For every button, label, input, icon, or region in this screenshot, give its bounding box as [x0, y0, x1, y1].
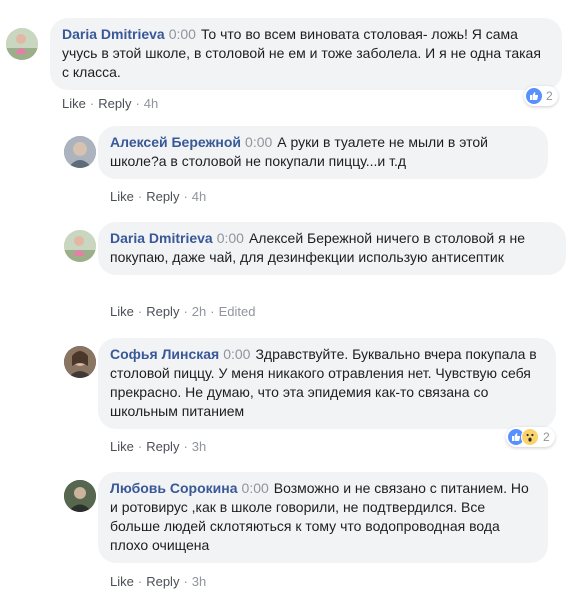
reaction-summary[interactable]: 2: [524, 86, 558, 106]
video-timecode[interactable]: 0:00: [242, 480, 269, 496]
comment-timestamp[interactable]: 4h: [192, 189, 206, 204]
reply-button[interactable]: Reply: [98, 96, 131, 111]
comment-actions: Like · Reply · 2h · Edited: [110, 304, 256, 319]
comment-actions: Like · Reply · 4h: [62, 96, 159, 111]
like-icon: [526, 88, 542, 104]
wow-icon: [521, 428, 539, 446]
comment-actions: Like · Reply · 3h: [110, 439, 207, 454]
comment-bubble: Софья Линская 0:00 Здравствуйте. Буквально…: [98, 338, 556, 429]
comment-bubble: Daria Dmitrieva 0:00 Алексей Бережной ниче…: [98, 222, 566, 275]
like-button[interactable]: Like: [110, 439, 134, 454]
like-button[interactable]: Like: [110, 304, 134, 319]
comment-actions: Like · Reply · 4h: [110, 189, 207, 204]
comment-timestamp[interactable]: 4h: [144, 96, 158, 111]
avatar[interactable]: [6, 28, 38, 60]
comment-timestamp[interactable]: 3h: [192, 574, 206, 589]
comment-author[interactable]: Любовь Сорокина: [110, 480, 238, 496]
video-timecode[interactable]: 0:00: [223, 346, 250, 362]
edited-label[interactable]: Edited: [219, 304, 256, 319]
comment-bubble: Daria Dmitrieva 0:00 То что во всем винова…: [50, 18, 562, 90]
comment-bubble: Любовь Сорокина 0:00 Возможно и не связано…: [98, 472, 548, 563]
like-button[interactable]: Like: [110, 574, 134, 589]
avatar[interactable]: [64, 480, 96, 512]
reply-button[interactable]: Reply: [146, 439, 179, 454]
reply-button[interactable]: Reply: [146, 189, 179, 204]
avatar[interactable]: [64, 136, 96, 168]
person-photo-icon: [64, 136, 96, 168]
video-timecode[interactable]: 0:00: [217, 230, 244, 246]
avatar[interactable]: [64, 230, 96, 262]
like-button[interactable]: Like: [110, 189, 134, 204]
comment-bubble: Алексей Бережной 0:00 А руки в туалете не …: [98, 126, 548, 179]
comment-timestamp[interactable]: 3h: [192, 439, 206, 454]
person-photo-icon: [64, 346, 96, 378]
reply-button[interactable]: Reply: [146, 304, 179, 319]
person-photo-icon: [6, 28, 38, 60]
comment-author[interactable]: Daria Dmitrieva: [62, 26, 165, 42]
comment-timestamp[interactable]: 2h: [192, 304, 206, 319]
reaction-summary[interactable]: 2: [506, 427, 555, 447]
reply-button[interactable]: Reply: [146, 574, 179, 589]
person-photo-icon: [64, 230, 96, 262]
video-timecode[interactable]: 0:00: [245, 134, 272, 150]
avatar[interactable]: [64, 346, 96, 378]
reaction-count: 2: [546, 89, 553, 103]
comment-actions: Like · Reply · 3h: [110, 574, 207, 589]
person-photo-icon: [64, 480, 96, 512]
reaction-count: 2: [543, 430, 550, 444]
comment-author[interactable]: Алексей Бережной: [110, 134, 241, 150]
like-button[interactable]: Like: [62, 96, 86, 111]
video-timecode[interactable]: 0:00: [169, 26, 196, 42]
comment-author[interactable]: Daria Dmitrieva: [110, 230, 213, 246]
comment-author[interactable]: Софья Линская: [110, 346, 219, 362]
